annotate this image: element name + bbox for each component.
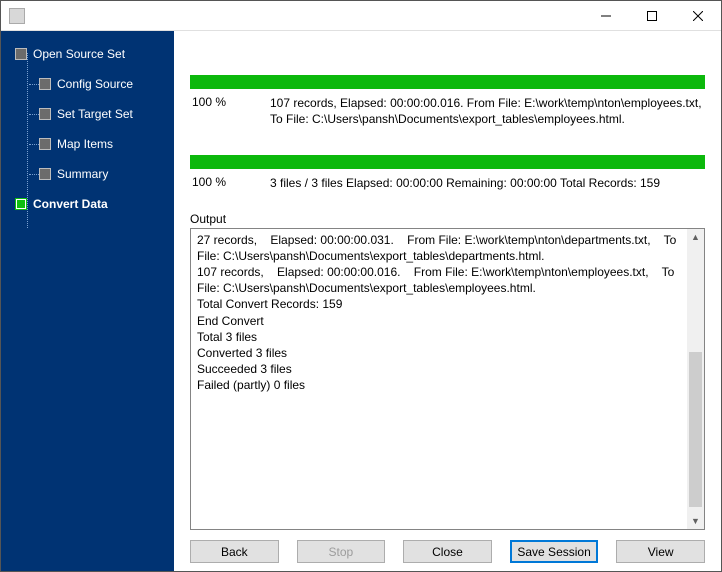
sidebar-item-label: Set Target Set: [57, 107, 133, 121]
sidebar-item-label: Open Source Set: [33, 47, 125, 61]
app-window: Open Source Set Config Source Set Target…: [0, 0, 722, 572]
sidebar-item-convert-data[interactable]: Convert Data: [1, 189, 174, 219]
scroll-up-icon[interactable]: ▲: [687, 229, 704, 246]
sidebar-item-label: Map Items: [57, 137, 113, 151]
view-button[interactable]: View: [616, 540, 705, 563]
total-progress-text: 3 files / 3 files Elapsed: 00:00:00 Rema…: [270, 175, 705, 191]
total-progress-percent: 100 %: [190, 175, 270, 189]
app-icon: [9, 8, 25, 24]
file-progress-text: 107 records, Elapsed: 00:00:00.016. From…: [270, 95, 705, 127]
sidebar-item-map-items[interactable]: Map Items: [1, 129, 174, 159]
titlebar: [1, 1, 721, 31]
file-progress-bar: [190, 75, 705, 89]
stop-button: Stop: [297, 540, 386, 563]
back-button[interactable]: Back: [190, 540, 279, 563]
sidebar-item-config-source[interactable]: Config Source: [1, 69, 174, 99]
maximize-button[interactable]: [629, 1, 675, 31]
sidebar-item-label: Convert Data: [33, 197, 108, 211]
main-panel: 100 % 107 records, Elapsed: 00:00:00.016…: [174, 31, 721, 571]
sidebar-item-label: Config Source: [57, 77, 133, 91]
step-box-icon: [15, 48, 27, 60]
scroll-track[interactable]: [687, 246, 704, 512]
step-box-icon: [39, 78, 51, 90]
scroll-down-icon[interactable]: ▼: [687, 512, 704, 529]
close-window-button[interactable]: [675, 1, 721, 31]
output-text[interactable]: 27 records, Elapsed: 00:00:00.031. From …: [191, 229, 687, 529]
button-row: Back Stop Close Save Session View: [182, 530, 713, 563]
step-box-icon: [15, 198, 27, 210]
step-box-icon: [39, 108, 51, 120]
save-session-button[interactable]: Save Session: [510, 540, 599, 563]
sidebar-item-open-source-set[interactable]: Open Source Set: [1, 39, 174, 69]
output-scrollbar[interactable]: ▲ ▼: [687, 229, 704, 529]
step-box-icon: [39, 138, 51, 150]
minimize-button[interactable]: [583, 1, 629, 31]
step-box-icon: [39, 168, 51, 180]
output-box: 27 records, Elapsed: 00:00:00.031. From …: [190, 228, 705, 530]
sidebar-item-set-target-set[interactable]: Set Target Set: [1, 99, 174, 129]
wizard-sidebar: Open Source Set Config Source Set Target…: [1, 31, 174, 571]
total-progress-bar: [190, 155, 705, 169]
sidebar-item-summary[interactable]: Summary: [1, 159, 174, 189]
output-label: Output: [182, 212, 713, 226]
file-progress-percent: 100 %: [190, 95, 270, 109]
sidebar-item-label: Summary: [57, 167, 108, 181]
close-button[interactable]: Close: [403, 540, 492, 563]
scroll-thumb[interactable]: [689, 352, 702, 507]
